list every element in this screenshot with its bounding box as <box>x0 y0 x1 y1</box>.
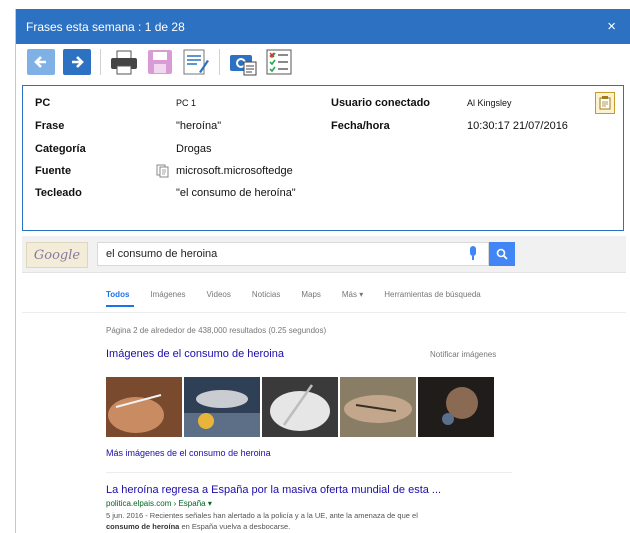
printer-icon <box>111 50 137 75</box>
tab-noticias[interactable]: Noticias <box>252 290 280 299</box>
result-title[interactable]: La heroína regresa a España por la masiv… <box>106 484 441 496</box>
search-input[interactable]: el consumo de heroina <box>97 242 489 266</box>
categoria-label: Categoría <box>35 143 86 155</box>
frase-label: Frase <box>35 120 65 132</box>
tab-mas[interactable]: Más ▾ <box>342 290 363 299</box>
more-images-link[interactable]: Más imágenes de el consumo de heroina <box>106 448 271 458</box>
images-section-title[interactable]: Imágenes de el consumo de heroina <box>106 348 284 360</box>
google-doodle-logo[interactable]: Google <box>26 242 88 268</box>
frases-window: Frases esta semana : 1 de 28 × PC PC 1 F… <box>15 9 630 533</box>
image-thumbnail[interactable] <box>184 377 260 437</box>
toolbar-separator <box>100 49 101 75</box>
result-snippet-highlight: consumo de heroína <box>106 522 180 531</box>
toolbar-separator <box>219 49 220 75</box>
fecha-label: Fecha/hora <box>331 120 390 132</box>
save-button[interactable] <box>145 47 175 77</box>
search-button[interactable] <box>489 242 515 266</box>
result-stats: Página 2 de alrededor de 438,000 resulta… <box>106 326 327 335</box>
edit-document-icon <box>183 49 209 75</box>
result-url[interactable]: politica.elpais.com › España ▾ <box>106 499 212 508</box>
fuente-label: Fuente <box>35 165 72 177</box>
window-title: Frases esta semana : 1 de 28 <box>26 19 185 34</box>
title-bar: Frases esta semana : 1 de 28 × <box>16 9 630 44</box>
arrow-left-icon <box>27 49 55 75</box>
close-button[interactable]: × <box>601 18 622 35</box>
toolbar <box>16 44 630 80</box>
arrow-right-icon <box>63 49 91 75</box>
pc-value: PC 1 <box>176 98 197 108</box>
checklist-icon <box>266 49 292 75</box>
image-thumbnail[interactable] <box>418 377 494 437</box>
tab-todos[interactable]: Todos <box>106 290 129 299</box>
tab-imagenes[interactable]: Imágenes <box>150 290 185 299</box>
tecleado-value: "el consumo de heroína" <box>176 187 296 199</box>
fuente-value: microsoft.microsoftedge <box>176 165 293 177</box>
search-tabs: Todos Imágenes Videos Noticias Maps Más … <box>106 290 481 299</box>
edit-button[interactable] <box>181 47 211 77</box>
tab-herramientas[interactable]: Herramientas de búsqueda <box>384 290 481 299</box>
active-tab-indicator <box>106 305 134 307</box>
tecleado-label: Tecleado <box>35 187 82 199</box>
screenshot-icon <box>230 55 257 76</box>
tab-divider <box>22 312 626 313</box>
previous-button[interactable] <box>26 47 56 77</box>
results-divider <box>106 472 512 473</box>
pc-label: PC <box>35 97 51 109</box>
image-thumbnail[interactable] <box>106 377 182 437</box>
usuario-label: Usuario conectado <box>331 97 431 109</box>
source-app-icon <box>156 164 170 181</box>
report-images-link[interactable]: Notificar imágenes <box>430 350 496 359</box>
image-results <box>106 377 494 437</box>
search-icon <box>496 248 508 260</box>
clipboard-button[interactable] <box>595 92 615 114</box>
fecha-value: 10:30:17 21/07/2016 <box>467 120 568 132</box>
print-button[interactable] <box>109 47 139 77</box>
result-snippet-text: 5 jun. 2016 - Recientes señales han aler… <box>106 511 418 520</box>
tab-videos[interactable]: Videos <box>207 290 231 299</box>
image-thumbnail[interactable] <box>340 377 416 437</box>
result-snippet-tail: en España vuelva a desbocarse. <box>179 522 291 531</box>
clipboard-icon <box>599 96 611 110</box>
captured-screenshot: Google el consumo de heroina Todos Imáge… <box>22 236 626 533</box>
result-snippet: 5 jun. 2016 - Recientes señales han aler… <box>106 510 486 532</box>
google-search-bar: Google el consumo de heroina <box>22 236 626 273</box>
image-thumbnail[interactable] <box>262 377 338 437</box>
details-panel: PC PC 1 Frase "heroína" Categoría Drogas… <box>22 85 624 231</box>
save-icon <box>148 50 172 74</box>
tab-maps[interactable]: Maps <box>301 290 321 299</box>
usuario-value: Al Kingsley <box>467 98 512 108</box>
next-button[interactable] <box>62 47 92 77</box>
frase-value: "heroína" <box>176 120 222 132</box>
categoria-value: Drogas <box>176 143 212 155</box>
capture-button[interactable] <box>228 47 258 77</box>
microphone-icon[interactable] <box>470 246 476 260</box>
checklist-button[interactable] <box>264 47 294 77</box>
